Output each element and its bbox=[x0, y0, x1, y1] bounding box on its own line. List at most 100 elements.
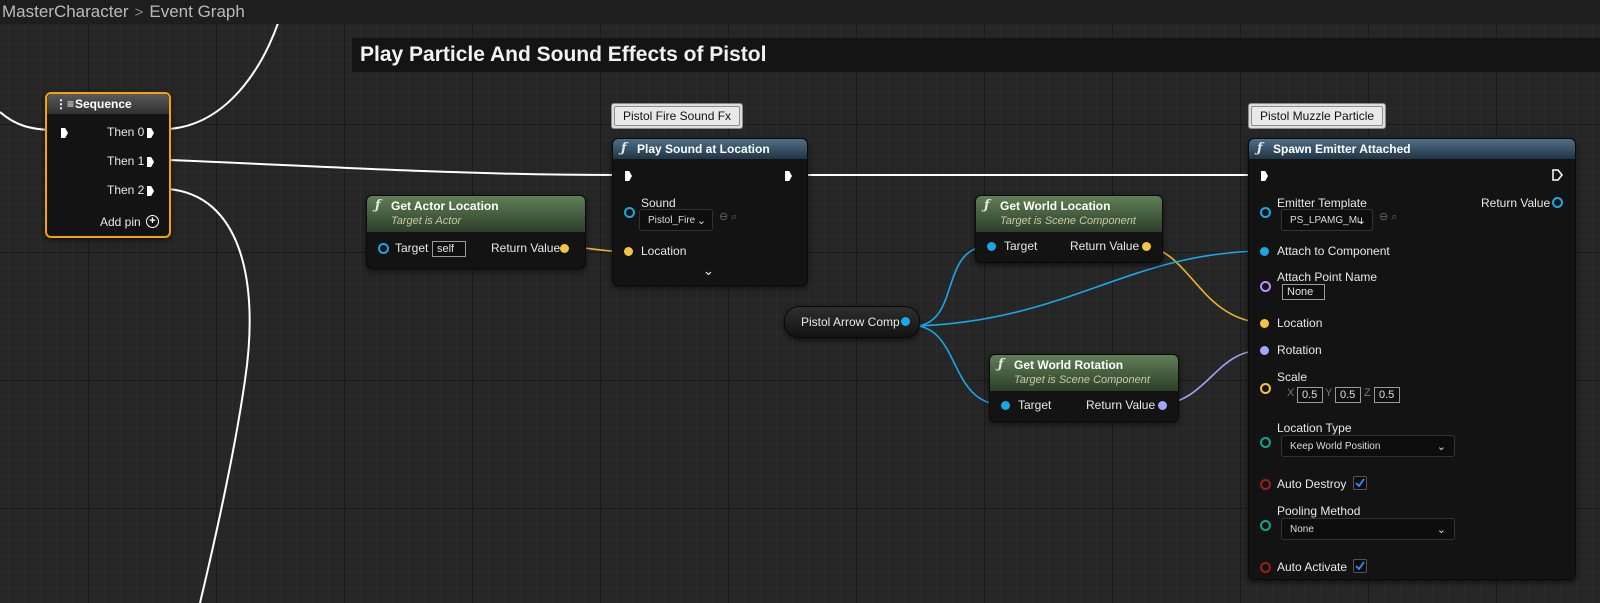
then1-pin[interactable] bbox=[147, 157, 154, 167]
pistol-arrow-pin[interactable] bbox=[901, 317, 910, 326]
get-world-rotation-subtitle: Target is Scene Component bbox=[1014, 374, 1150, 386]
world-rot-target-pin[interactable] bbox=[1001, 401, 1010, 410]
location-type-dropdown[interactable]: Keep World Position ⌄ bbox=[1281, 435, 1455, 457]
spawn-return-pin[interactable] bbox=[1552, 197, 1563, 208]
breadcrumb-parent[interactable]: MasterCharacter bbox=[2, 2, 129, 22]
function-icon: ƒ bbox=[375, 198, 381, 213]
scale-x-input[interactable]: 0.5 bbox=[1297, 387, 1323, 403]
sequence-title: Sequence bbox=[75, 97, 132, 111]
actor-return-label: Return Value bbox=[491, 241, 561, 255]
auto-destroy-pin[interactable] bbox=[1260, 479, 1271, 490]
emitter-template-dropdown[interactable]: PS_LPAMG_Mu ⌄ bbox=[1281, 209, 1373, 231]
pooling-method-dropdown[interactable]: None ⌄ bbox=[1281, 518, 1455, 540]
spawn-rotation-pin[interactable] bbox=[1260, 346, 1269, 355]
sequence-node[interactable]: ⋮≡ Sequence Then 0 Then 1 Then 2 Add pin… bbox=[45, 92, 171, 238]
actor-target-label: Target bbox=[395, 241, 429, 255]
world-loc-target-label: Target bbox=[1004, 239, 1038, 253]
pooling-method-pin[interactable] bbox=[1260, 520, 1271, 531]
then1-label: Then 1 bbox=[107, 154, 145, 168]
event-graph-canvas[interactable]: MasterCharacter > Event Graph Play Parti… bbox=[0, 0, 1600, 603]
attach-component-label: Attach to Component bbox=[1277, 244, 1390, 258]
emitter-template-value: PS_LPAMG_Mu bbox=[1290, 215, 1363, 226]
add-pin-icon[interactable]: + bbox=[146, 215, 159, 228]
actor-return-pin[interactable] bbox=[560, 244, 569, 253]
get-world-location-node[interactable]: ƒ Get World Location Target is Scene Com… bbox=[975, 195, 1163, 263]
auto-destroy-label: Auto Destroy bbox=[1277, 477, 1347, 491]
then2-pin[interactable] bbox=[147, 186, 154, 196]
get-actor-location-node[interactable]: ƒ Get Actor Location Target is Actor Tar… bbox=[366, 195, 586, 269]
pistol-arrow-label: Pistol Arrow Comp bbox=[801, 315, 900, 329]
get-world-rotation-node[interactable]: ƒ Get World Rotation Target is Scene Com… bbox=[989, 354, 1179, 422]
sound-asset-dropdown[interactable]: Pistol_Fire ⌄ bbox=[639, 209, 713, 231]
spawn-emitter-node[interactable]: ƒ Spawn Emitter Attached Emitter Templat… bbox=[1248, 138, 1576, 580]
location-pin[interactable] bbox=[624, 247, 633, 256]
location-type-label: Location Type bbox=[1277, 421, 1352, 435]
scale-z-input[interactable]: 0.5 bbox=[1374, 387, 1400, 403]
comment-box-header[interactable]: Play Particle And Sound Effects of Pisto… bbox=[352, 38, 1600, 72]
get-actor-location-title: Get Actor Location bbox=[391, 199, 499, 213]
tag-sound-fx-label: Pistol Fire Sound Fx bbox=[614, 106, 741, 126]
world-rot-target-label: Target bbox=[1018, 398, 1052, 412]
scale-y-input[interactable]: 0.5 bbox=[1335, 387, 1361, 403]
emitter-template-pin[interactable] bbox=[1260, 207, 1271, 218]
attach-point-label: Attach Point Name bbox=[1277, 270, 1378, 284]
actor-target-input[interactable]: self bbox=[432, 241, 466, 257]
attach-point-input[interactable]: None bbox=[1282, 284, 1325, 300]
attach-point-pin[interactable] bbox=[1260, 281, 1271, 292]
sound-pin[interactable] bbox=[624, 207, 635, 218]
chevron-down-icon[interactable]: ⌄ bbox=[703, 263, 714, 279]
world-loc-target-pin[interactable] bbox=[987, 242, 996, 251]
spawn-location-pin[interactable] bbox=[1260, 319, 1269, 328]
top-strip bbox=[290, 0, 1600, 24]
get-world-rotation-header: ƒ Get World Rotation Target is Scene Com… bbox=[990, 355, 1178, 391]
world-rot-return-pin[interactable] bbox=[1158, 401, 1167, 410]
spawn-emitter-header: ƒ Spawn Emitter Attached bbox=[1249, 139, 1575, 159]
pistol-arrow-comp-variable[interactable]: Pistol Arrow Comp bbox=[784, 306, 920, 338]
world-loc-return-label: Return Value bbox=[1070, 239, 1140, 253]
scale-pin[interactable] bbox=[1260, 383, 1271, 394]
check-icon bbox=[1355, 561, 1365, 571]
auto-destroy-checkbox[interactable] bbox=[1353, 476, 1367, 490]
attach-component-pin[interactable] bbox=[1260, 247, 1269, 256]
spawn-emitter-title: Spawn Emitter Attached bbox=[1273, 142, 1411, 156]
get-actor-location-subtitle: Target is Actor bbox=[391, 215, 462, 227]
location-type-pin[interactable] bbox=[1260, 437, 1271, 448]
spawn-exec-out[interactable] bbox=[1552, 169, 1563, 181]
pooling-method-value: None bbox=[1290, 524, 1314, 535]
sound-label: Sound bbox=[641, 196, 676, 210]
spawn-rotation-label: Rotation bbox=[1277, 343, 1322, 357]
add-pin-label[interactable]: Add pin bbox=[100, 215, 141, 229]
tag-muzzle-particle[interactable]: Pistol Muzzle Particle bbox=[1248, 103, 1387, 129]
tag-sound-fx[interactable]: Pistol Fire Sound Fx bbox=[611, 103, 744, 129]
auto-activate-label: Auto Activate bbox=[1277, 560, 1348, 574]
get-world-location-header: ƒ Get World Location Target is Scene Com… bbox=[976, 196, 1162, 232]
spawn-return-label: Return Value bbox=[1481, 196, 1551, 210]
function-icon: ƒ bbox=[998, 357, 1004, 372]
location-label: Location bbox=[641, 244, 687, 258]
sequence-exec-in-pin[interactable] bbox=[61, 128, 68, 138]
function-icon: ƒ bbox=[1257, 141, 1263, 156]
chevron-down-icon: ⌄ bbox=[1436, 441, 1446, 453]
auto-activate-pin[interactable] bbox=[1260, 562, 1271, 573]
actor-target-pin[interactable] bbox=[378, 243, 389, 254]
auto-activate-checkbox[interactable] bbox=[1353, 559, 1367, 573]
sequence-icon: ⋮≡ bbox=[55, 97, 75, 111]
sound-asset-value: Pistol_Fire bbox=[648, 215, 696, 226]
check-icon bbox=[1355, 478, 1365, 488]
then0-pin[interactable] bbox=[147, 128, 154, 138]
emitter-template-label: Emitter Template bbox=[1277, 196, 1367, 210]
exec-wire-then1 bbox=[167, 159, 617, 176]
chevron-down-icon: ⌄ bbox=[1436, 524, 1446, 536]
world-rot-return-label: Return Value bbox=[1086, 398, 1156, 412]
browse-icons[interactable]: ⊖ ⌕ bbox=[719, 210, 737, 224]
world-loc-return-pin[interactable] bbox=[1142, 242, 1151, 251]
get-world-location-title: Get World Location bbox=[1000, 199, 1111, 213]
sequence-node-header: ⋮≡ Sequence bbox=[47, 94, 169, 114]
play-sound-exec-out[interactable] bbox=[785, 171, 792, 181]
play-sound-exec-in[interactable] bbox=[625, 171, 632, 181]
breadcrumb-current[interactable]: Event Graph bbox=[149, 2, 244, 22]
browse-icons[interactable]: ⊖ ⌕ bbox=[1379, 210, 1397, 224]
spawn-exec-in[interactable] bbox=[1261, 171, 1268, 181]
play-sound-node[interactable]: ƒ Play Sound at Location Sound Pistol_Fi… bbox=[612, 138, 808, 286]
breadcrumb: MasterCharacter > Event Graph bbox=[0, 0, 292, 24]
